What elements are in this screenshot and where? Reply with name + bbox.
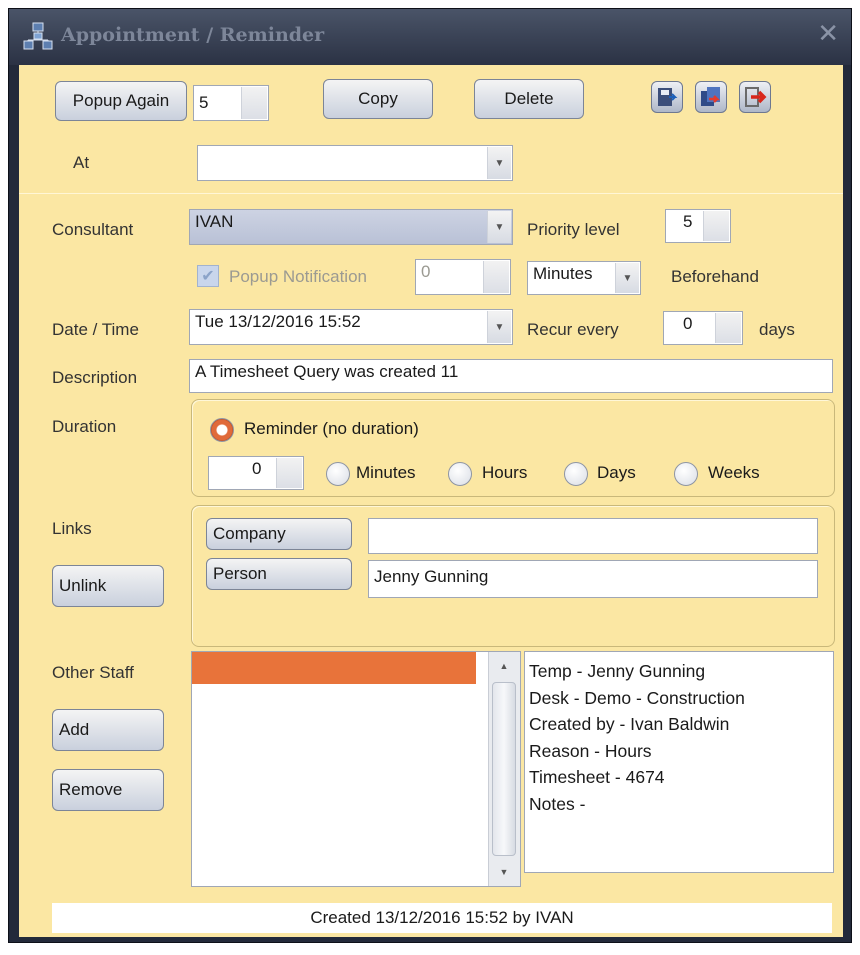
reminder-label: Reminder (no duration) — [244, 419, 419, 438]
popup-again-value: 5 — [199, 93, 209, 112]
notes-line: Desk - Demo - Construction — [529, 687, 745, 708]
person-value: Jenny Gunning — [374, 567, 489, 586]
popup-notification-field[interactable]: 0 — [415, 259, 511, 295]
duration-value-field[interactable]: 0 — [208, 456, 304, 490]
description-label: Description — [52, 368, 138, 387]
company-button[interactable]: Company — [206, 518, 352, 550]
chevron-down-icon[interactable]: ▼ — [487, 211, 511, 243]
appointment-window: Appointment / Reminder ✕ Popup Again 5 C… — [8, 8, 852, 943]
window-title: Appointment / Reminder — [61, 24, 325, 46]
recur-every-field[interactable]: 0 — [663, 311, 743, 345]
notes-line: Timesheet - 4674 — [529, 767, 665, 787]
minutes-radio[interactable] — [326, 462, 350, 486]
recur-every-spinner[interactable] — [715, 313, 741, 343]
chevron-down-icon[interactable]: ▼ — [615, 263, 639, 293]
remove-staff-button[interactable]: Remove — [52, 769, 164, 811]
status-text: Created 13/12/2016 15:52 by IVAN — [310, 908, 574, 927]
unit-value: Minutes — [533, 264, 593, 283]
weeks-radio[interactable] — [674, 462, 698, 486]
recur-every-value: 0 — [683, 314, 693, 333]
priority-level-value: 5 — [683, 212, 693, 231]
consultant-dropdown[interactable]: IVAN ▼ — [189, 209, 513, 245]
notes-line: Temp - Jenny Gunning — [529, 661, 706, 681]
at-dropdown[interactable]: ▼ — [197, 145, 513, 181]
selected-staff-row[interactable] — [192, 652, 476, 684]
at-label: At — [73, 153, 90, 172]
beforehand-label: Beforehand — [671, 267, 759, 286]
other-staff-label: Other Staff — [52, 663, 134, 682]
copy-record-icon[interactable] — [695, 81, 727, 113]
appointment-notes-box[interactable]: Temp - Jenny Gunning Desk - Demo - Const… — [524, 651, 834, 873]
form-area: Popup Again 5 Copy Delete At ▼ Consultan… — [19, 65, 843, 937]
days-label: days — [759, 320, 795, 339]
hours-radio[interactable] — [448, 462, 472, 486]
datetime-dropdown[interactable]: Tue 13/12/2016 15:52 ▼ — [189, 309, 513, 345]
status-bar: Created 13/12/2016 15:52 by IVAN — [52, 903, 832, 933]
popup-notification-label: Popup Notification — [229, 267, 367, 286]
duration-spinner[interactable] — [276, 458, 302, 488]
scroll-down-icon[interactable]: ▼ — [489, 858, 519, 886]
notes-line: Reason - Hours — [529, 740, 652, 761]
popup-again-field[interactable]: 5 — [193, 85, 269, 121]
notes-line: Created by - Ivan Baldwin — [529, 714, 730, 734]
links-group: Company Person Jenny Gunning — [191, 505, 835, 647]
scroll-up-icon[interactable]: ▲ — [489, 652, 519, 680]
close-icon[interactable]: ✕ — [817, 21, 839, 47]
company-field[interactable] — [368, 518, 818, 554]
notes-line: Notes - — [529, 793, 586, 814]
popup-notification-value: 0 — [421, 262, 431, 281]
links-label: Links — [52, 519, 92, 538]
consultant-value: IVAN — [195, 212, 234, 231]
organization-chart-icon — [23, 22, 53, 50]
person-field[interactable]: Jenny Gunning — [368, 560, 818, 598]
divider — [19, 193, 843, 194]
days-option-label: Days — [597, 463, 636, 482]
save-icon[interactable] — [651, 81, 683, 113]
days-radio[interactable] — [564, 462, 588, 486]
duration-group: Reminder (no duration) 0 Minutes Hours D… — [191, 399, 835, 497]
add-staff-button[interactable]: Add — [52, 709, 164, 751]
reminder-radio[interactable] — [210, 418, 234, 442]
chevron-down-icon[interactable]: ▼ — [487, 311, 511, 343]
title-bar[interactable]: Appointment / Reminder ✕ — [9, 9, 851, 65]
chevron-down-icon[interactable]: ▼ — [487, 147, 511, 179]
popup-notification-checkbox[interactable]: ✔ — [197, 265, 219, 287]
description-value: A Timesheet Query was created 11 — [195, 362, 459, 381]
duration-value: 0 — [252, 459, 262, 478]
popup-again-spinner[interactable] — [241, 87, 267, 119]
datetime-label: Date / Time — [52, 320, 139, 339]
unit-dropdown[interactable]: Minutes ▼ — [527, 261, 641, 295]
minutes-label: Minutes — [356, 463, 416, 482]
priority-level-field[interactable]: 5 — [665, 209, 731, 243]
exit-icon[interactable] — [739, 81, 771, 113]
priority-level-label: Priority level — [527, 220, 620, 239]
duration-label: Duration — [52, 417, 117, 436]
popup-again-button[interactable]: Popup Again — [55, 81, 187, 121]
consultant-label: Consultant — [52, 220, 134, 239]
unlink-button[interactable]: Unlink — [52, 565, 164, 607]
recur-every-label: Recur every — [527, 320, 619, 339]
popup-notification-spinner[interactable] — [483, 261, 509, 293]
person-button[interactable]: Person — [206, 558, 352, 590]
staff-scrollbar[interactable]: ▲ ▼ — [488, 652, 520, 886]
hours-label: Hours — [482, 463, 528, 482]
other-staff-list[interactable]: ▲ ▼ — [191, 651, 521, 887]
description-field[interactable]: A Timesheet Query was created 11 — [189, 359, 833, 393]
copy-button[interactable]: Copy — [323, 79, 433, 119]
datetime-value: Tue 13/12/2016 15:52 — [195, 312, 361, 331]
scroll-thumb[interactable] — [492, 682, 516, 856]
weeks-label: Weeks — [708, 463, 760, 482]
priority-level-spinner[interactable] — [703, 211, 729, 241]
delete-button[interactable]: Delete — [474, 79, 584, 119]
